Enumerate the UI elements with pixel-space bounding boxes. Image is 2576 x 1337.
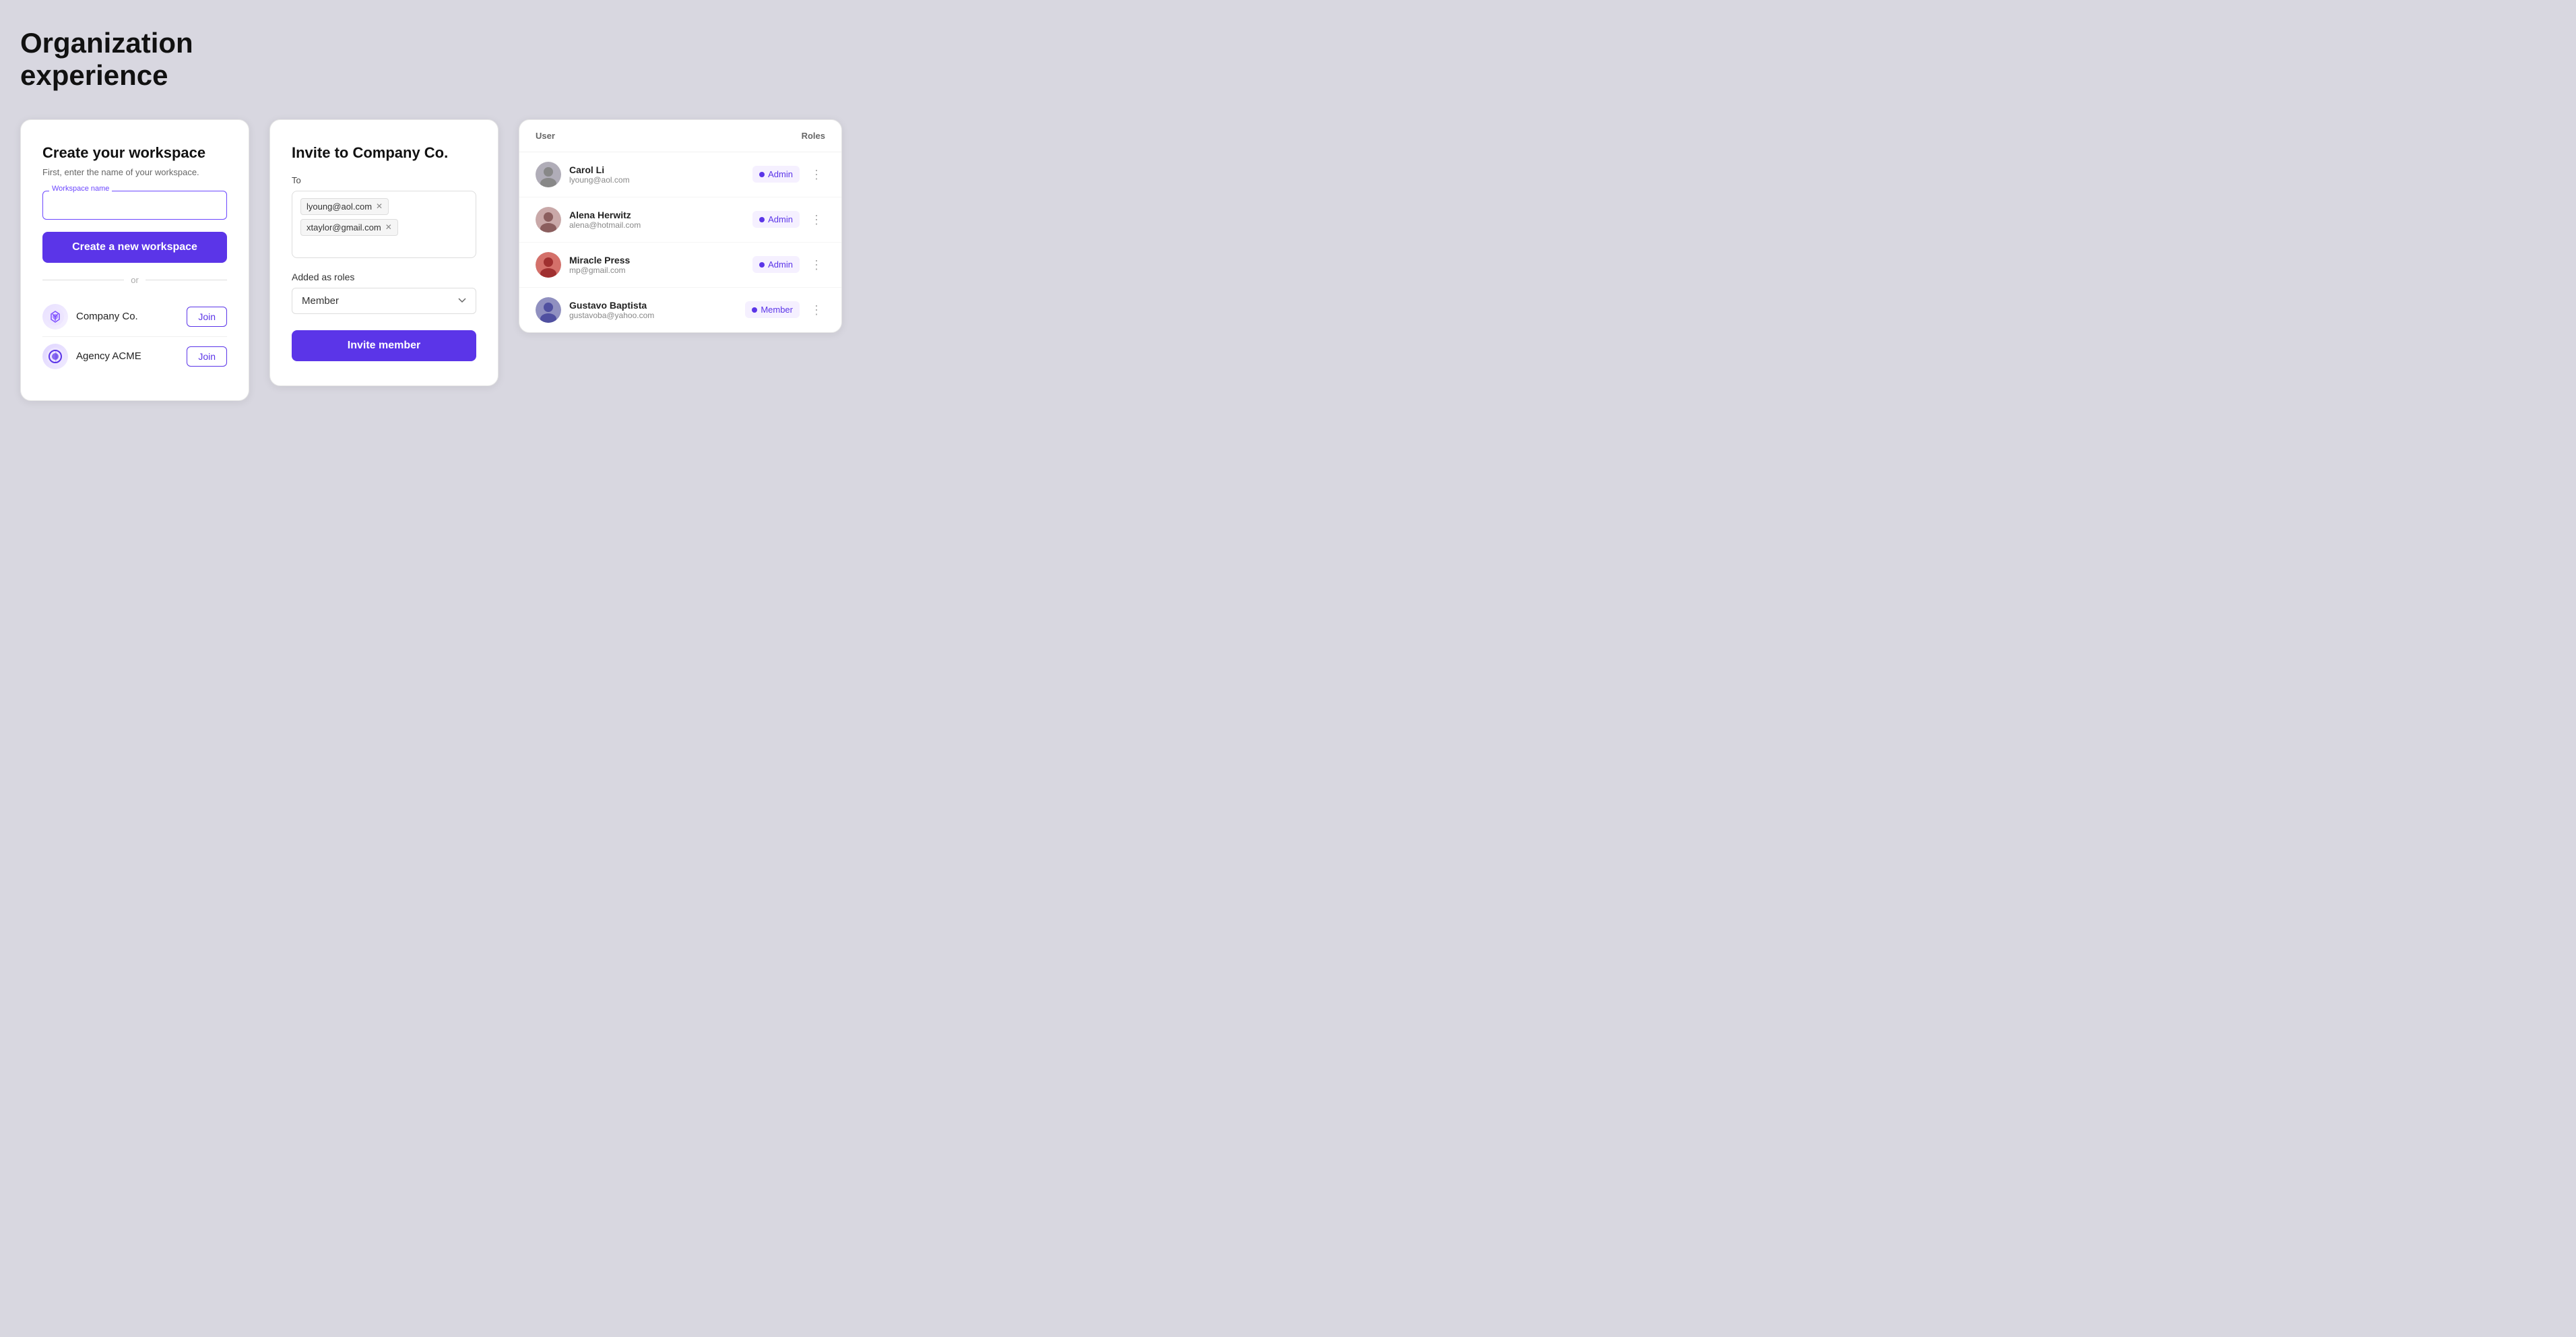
invite-heading: Invite to Company Co. bbox=[292, 144, 476, 162]
roles-label: Added as roles bbox=[292, 272, 476, 282]
user-row-alena: Alena Herwitz alena@hotmail.com Admin ⋮ bbox=[519, 197, 841, 243]
avatar-miracle bbox=[536, 252, 561, 278]
email-tag-lyoung-address: lyoung@aol.com bbox=[307, 201, 372, 212]
role-badge-alena: Admin bbox=[752, 211, 800, 228]
role-badge-gustavo: Member bbox=[745, 301, 800, 318]
role-label-carol: Admin bbox=[768, 169, 793, 179]
more-options-miracle[interactable]: ⋮ bbox=[808, 259, 825, 271]
workspace-item-company-co: Company Co. Join bbox=[42, 297, 227, 337]
workspace-name-input[interactable] bbox=[42, 191, 227, 220]
workspace-list: Company Co. Join Agency ACME Join bbox=[42, 297, 227, 376]
role-badge-carol: Admin bbox=[752, 166, 800, 183]
workspace-item-agency-acme: Agency ACME Join bbox=[42, 337, 227, 376]
agency-acme-icon bbox=[46, 347, 65, 366]
user-name-miracle: Miracle Press bbox=[569, 255, 752, 266]
or-divider: or bbox=[42, 275, 227, 285]
user-name-alena: Alena Herwitz bbox=[569, 210, 752, 220]
avatar-gustavo bbox=[536, 297, 561, 323]
role-dot-gustavo bbox=[752, 307, 757, 313]
join-agency-acme-button[interactable]: Join bbox=[187, 346, 227, 367]
page-title: Organization experience bbox=[20, 27, 2563, 92]
user-name-gustavo: Gustavo Baptista bbox=[569, 300, 745, 311]
create-workspace-subtitle: First, enter the name of your workspace. bbox=[42, 167, 227, 177]
role-label-gustavo: Member bbox=[761, 305, 793, 315]
company-co-logo bbox=[42, 304, 68, 330]
col-roles-header: Roles bbox=[802, 131, 825, 141]
invite-member-button[interactable]: Invite member bbox=[292, 330, 476, 361]
role-dot-carol bbox=[759, 172, 765, 177]
email-tag-lyoung: lyoung@aol.com ✕ bbox=[300, 198, 389, 215]
workspace-name-label: Workspace name bbox=[49, 185, 112, 193]
company-co-icon bbox=[46, 307, 65, 326]
col-user-header: User bbox=[536, 131, 555, 141]
role-dot-alena bbox=[759, 217, 765, 222]
user-row-carol: Carol Li lyoung@aol.com Admin ⋮ bbox=[519, 152, 841, 197]
more-options-alena[interactable]: ⋮ bbox=[808, 214, 825, 226]
workspace-name-field-group: Workspace name bbox=[42, 191, 227, 220]
more-options-gustavo[interactable]: ⋮ bbox=[808, 304, 825, 316]
user-email-alena: alena@hotmail.com bbox=[569, 220, 752, 230]
workspace-name-company-co: Company Co. bbox=[76, 311, 179, 322]
role-badge-miracle: Admin bbox=[752, 256, 800, 273]
email-tag-xtaylor-address: xtaylor@gmail.com bbox=[307, 222, 381, 232]
users-table-header: User Roles bbox=[519, 120, 841, 152]
user-email-miracle: mp@gmail.com bbox=[569, 266, 752, 275]
more-options-carol[interactable]: ⋮ bbox=[808, 168, 825, 181]
remove-lyoung-icon[interactable]: ✕ bbox=[376, 201, 383, 211]
agency-acme-logo bbox=[42, 344, 68, 369]
workspace-name-agency-acme: Agency ACME bbox=[76, 350, 179, 362]
create-workspace-heading: Create your workspace bbox=[42, 144, 227, 162]
users-table-panel: User Roles Carol Li lyoung@aol.com Admin… bbox=[519, 119, 842, 333]
role-label-alena: Admin bbox=[768, 214, 793, 224]
create-workspace-button[interactable]: Create a new workspace bbox=[42, 232, 227, 263]
to-label: To bbox=[292, 175, 476, 185]
invite-panel: Invite to Company Co. To lyoung@aol.com … bbox=[269, 119, 498, 386]
role-label-miracle: Admin bbox=[768, 259, 793, 270]
avatar-alena bbox=[536, 207, 561, 232]
create-workspace-panel: Create your workspace First, enter the n… bbox=[20, 119, 249, 401]
join-company-co-button[interactable]: Join bbox=[187, 307, 227, 327]
panels-container: Create your workspace First, enter the n… bbox=[13, 113, 2563, 408]
user-info-alena: Alena Herwitz alena@hotmail.com bbox=[569, 210, 752, 230]
remove-xtaylor-icon[interactable]: ✕ bbox=[385, 222, 392, 232]
roles-select[interactable]: Member Admin Owner bbox=[292, 288, 476, 314]
user-name-carol: Carol Li bbox=[569, 164, 752, 175]
user-row-gustavo: Gustavo Baptista gustavoba@yahoo.com Mem… bbox=[519, 288, 841, 332]
avatar-carol bbox=[536, 162, 561, 187]
role-dot-miracle bbox=[759, 262, 765, 268]
user-email-carol: lyoung@aol.com bbox=[569, 175, 752, 185]
email-tag-xtaylor: xtaylor@gmail.com ✕ bbox=[300, 219, 398, 236]
user-info-carol: Carol Li lyoung@aol.com bbox=[569, 164, 752, 185]
user-email-gustavo: gustavoba@yahoo.com bbox=[569, 311, 745, 320]
email-tags-box[interactable]: lyoung@aol.com ✕ xtaylor@gmail.com ✕ bbox=[292, 191, 476, 258]
user-info-miracle: Miracle Press mp@gmail.com bbox=[569, 255, 752, 275]
user-row-miracle: Miracle Press mp@gmail.com Admin ⋮ bbox=[519, 243, 841, 288]
user-info-gustavo: Gustavo Baptista gustavoba@yahoo.com bbox=[569, 300, 745, 320]
